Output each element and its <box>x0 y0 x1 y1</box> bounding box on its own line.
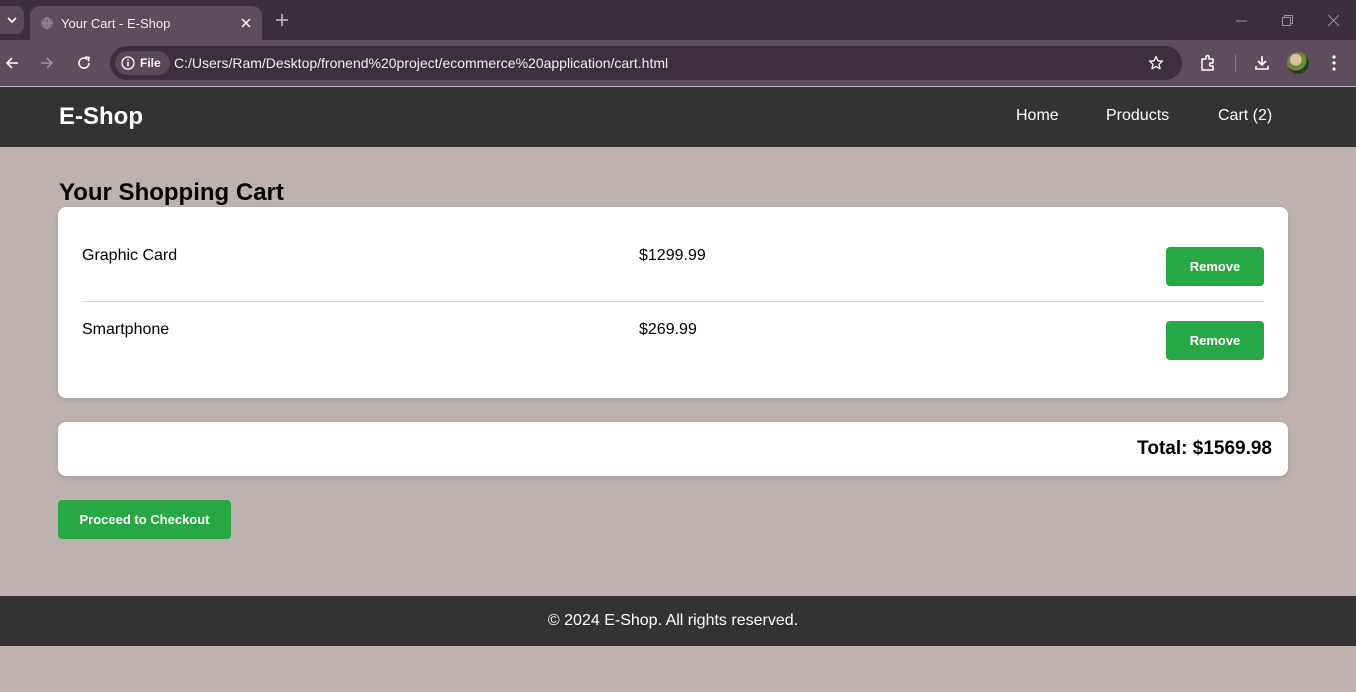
extensions-icon[interactable] <box>1194 49 1222 77</box>
cart-total-card: Total: $1569.98 <box>58 422 1288 476</box>
close-tab-icon[interactable] <box>234 11 258 35</box>
browser-tabstrip: Your Cart - E-Shop <box>0 0 1356 40</box>
info-icon <box>121 56 135 70</box>
toolbar-divider <box>1235 54 1236 72</box>
reload-icon[interactable] <box>70 49 98 77</box>
item-name: Smartphone <box>82 321 170 338</box>
download-icon[interactable] <box>1248 49 1276 77</box>
site-logo[interactable]: E-Shop <box>59 103 143 131</box>
remove-item-button[interactable]: Remove <box>1166 321 1264 360</box>
nav-home-link[interactable]: Home <box>1016 107 1059 125</box>
cart-item-row: Smartphone $269.99 Remove <box>82 303 1264 375</box>
address-bar[interactable]: File C:/Users/Ram/Desktop/fronend%20proj… <box>110 46 1182 80</box>
profile-avatar[interactable] <box>1287 52 1309 74</box>
item-price: $1299.99 <box>639 247 706 264</box>
chevron-down-icon <box>7 17 17 24</box>
restore-icon[interactable] <box>1264 0 1310 40</box>
site-info-chip[interactable]: File <box>115 51 170 75</box>
footer-copyright: © 2024 E-Shop. All rights reserved. <box>547 612 799 629</box>
minimize-icon[interactable] <box>1218 0 1264 40</box>
page-title: Your Shopping Cart <box>59 179 284 206</box>
site-chip-label: File <box>140 56 161 70</box>
bookmark-star-icon[interactable] <box>1144 51 1168 75</box>
site-header: E-Shop Home Products Cart (2) <box>0 87 1356 147</box>
checkout-button[interactable]: Proceed to Checkout <box>58 500 231 539</box>
item-name: Graphic Card <box>82 247 178 264</box>
remove-item-button[interactable]: Remove <box>1166 247 1264 286</box>
back-icon[interactable] <box>0 49 26 77</box>
browser-tab-active[interactable]: Your Cart - E-Shop <box>30 6 262 40</box>
cart-items-card: Graphic Card $1299.99 Remove Smartphone … <box>58 207 1288 398</box>
nav-products-link[interactable]: Products <box>1106 107 1169 125</box>
close-window-icon[interactable] <box>1310 0 1356 40</box>
browser-toolbar: File C:/Users/Ram/Desktop/fronend%20proj… <box>0 40 1356 86</box>
nav-cart-link[interactable]: Cart (2) <box>1218 107 1272 125</box>
tab-search-button[interactable] <box>0 6 24 34</box>
cart-item-row: Graphic Card $1299.99 Remove <box>82 229 1264 302</box>
url-text[interactable]: C:/Users/Ram/Desktop/fronend%20project/e… <box>174 55 668 71</box>
more-menu-icon[interactable] <box>1320 49 1348 77</box>
globe-icon <box>39 15 55 31</box>
item-price: $269.99 <box>639 321 697 338</box>
new-tab-icon[interactable] <box>270 8 294 32</box>
forward-icon[interactable] <box>33 49 61 77</box>
site-footer: © 2024 E-Shop. All rights reserved. <box>0 596 1356 646</box>
tab-title: Your Cart - E-Shop <box>61 15 171 31</box>
cart-total: Total: $1569.98 <box>1137 438 1272 459</box>
